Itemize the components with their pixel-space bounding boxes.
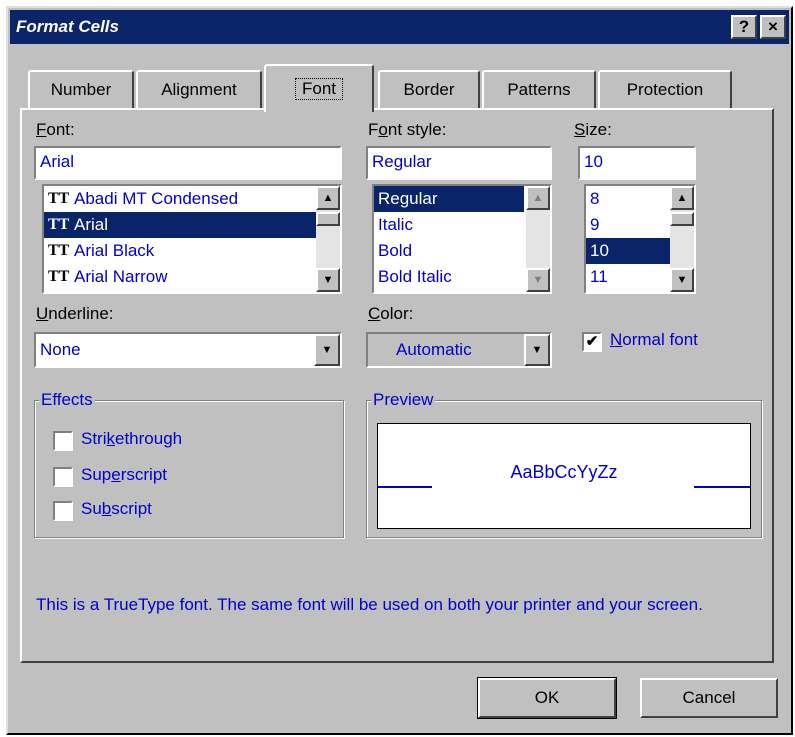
font-list[interactable]: TT Abadi MT Condensed TT Arial TT Arial Bla…	[42, 184, 342, 294]
scroll-down-button[interactable]: ▼	[670, 268, 694, 292]
effects-group: Effects Strikethrough Superscript Subscr…	[34, 390, 344, 538]
tab-border[interactable]: Border	[378, 70, 480, 108]
check-icon: ✔	[585, 333, 599, 350]
list-item[interactable]: Regular	[374, 186, 524, 212]
font-info-text: This is a TrueType font. The same font w…	[36, 595, 703, 614]
scroll-thumb[interactable]	[670, 212, 694, 226]
scroll-up-button[interactable]: ▲	[526, 186, 550, 210]
list-item[interactable]: TT Arial	[44, 212, 340, 238]
effects-title: Effects	[39, 390, 95, 410]
underline-select[interactable]: None ▼	[34, 332, 342, 368]
list-item[interactable]: Bold	[374, 238, 550, 264]
tab-label: Alignment	[161, 80, 237, 99]
chevron-down-icon: ▼	[531, 344, 543, 356]
strikethrough-checkbox[interactable]	[53, 431, 73, 451]
list-item[interactable]: TT Arial Narrow	[44, 264, 340, 290]
scroll-down-button[interactable]: ▼	[316, 268, 340, 292]
arrow-down-icon: ▼	[322, 274, 334, 286]
font-style-label: Font style:	[368, 120, 447, 139]
superscript-label[interactable]: Superscript	[81, 465, 167, 485]
title-bar[interactable]: Format Cells ? ×	[10, 10, 789, 44]
font-list-scrollbar[interactable]: ▲ ▼	[316, 186, 340, 292]
arrow-down-icon: ▼	[676, 274, 688, 286]
tab-label: Protection	[626, 80, 704, 99]
arrow-up-icon: ▲	[532, 192, 544, 204]
close-button[interactable]: ×	[760, 15, 786, 39]
arrow-down-icon: ▼	[532, 274, 544, 286]
size-input[interactable]: 10	[578, 146, 696, 180]
tab-font[interactable]: Font	[264, 64, 374, 112]
color-label: Color:	[368, 304, 414, 323]
normal-font-checkbox[interactable]: ✔	[582, 332, 602, 352]
normal-font-label[interactable]: Normal font	[610, 330, 698, 350]
help-button[interactable]: ?	[731, 15, 757, 39]
color-value: Automatic	[396, 340, 472, 359]
scroll-up-button[interactable]: ▲	[670, 186, 694, 210]
arrow-up-icon: ▲	[322, 192, 334, 204]
scroll-down-button[interactable]: ▼	[526, 268, 550, 292]
font-style-list[interactable]: Regular Italic Bold Bold Italic ▲ ▼	[372, 184, 552, 294]
list-item[interactable]: 10	[586, 238, 670, 264]
dropdown-button[interactable]: ▼	[524, 334, 550, 366]
dropdown-button[interactable]: ▼	[314, 334, 340, 366]
preview-box: AaBbCcYyZz	[377, 423, 751, 529]
preview-baseline-left	[378, 486, 432, 488]
truetype-icon: TT	[48, 216, 70, 233]
scroll-up-button[interactable]: ▲	[316, 186, 340, 210]
chevron-down-icon: ▼	[321, 344, 333, 356]
tab-label: Border	[403, 80, 455, 99]
scroll-thumb[interactable]	[316, 212, 340, 226]
color-select[interactable]: Automatic ▼	[366, 332, 552, 368]
tab-label: Number	[50, 80, 112, 99]
tab-alignment[interactable]: Alignment	[136, 70, 262, 108]
size-list-scrollbar[interactable]: ▲ ▼	[670, 186, 694, 292]
underline-value: None	[40, 340, 81, 359]
font-style-input[interactable]: Regular	[366, 146, 552, 180]
superscript-checkbox[interactable]	[53, 467, 73, 487]
tab-label: Font	[294, 78, 344, 100]
arrow-up-icon: ▲	[676, 192, 688, 204]
window-title: Format Cells	[16, 17, 119, 36]
truetype-icon: TT	[48, 242, 70, 259]
truetype-icon: TT	[48, 190, 70, 207]
size-list[interactable]: 8 9 10 11 ▲ ▼	[584, 184, 696, 294]
ok-button[interactable]: OK	[477, 677, 617, 719]
preview-sample-text: AaBbCcYyZz	[510, 462, 618, 482]
font-name-input[interactable]: Arial	[34, 146, 342, 180]
preview-group: Preview AaBbCcYyZz	[366, 390, 762, 538]
list-item[interactable]: Italic	[374, 212, 550, 238]
font-tab-panel: Font: Arial TT Abadi MT Condensed TT Arial…	[20, 108, 774, 663]
tab-number[interactable]: Number	[28, 70, 134, 108]
truetype-icon: TT	[48, 268, 70, 285]
font-label: Font:	[36, 120, 75, 139]
strikethrough-label[interactable]: Strikethrough	[81, 429, 182, 449]
preview-baseline-right	[694, 486, 750, 488]
preview-title: Preview	[371, 390, 436, 410]
size-label: Size:	[574, 120, 612, 139]
tab-patterns[interactable]: Patterns	[482, 70, 596, 108]
cancel-button[interactable]: Cancel	[640, 678, 778, 718]
subscript-label[interactable]: Subscript	[81, 499, 152, 519]
list-item[interactable]: TT Abadi MT Condensed	[44, 186, 340, 212]
font-style-scrollbar[interactable]: ▲ ▼	[526, 186, 550, 292]
underline-label: Underline:	[36, 304, 114, 323]
tab-protection[interactable]: Protection	[598, 70, 732, 108]
list-item[interactable]: TT Arial Black	[44, 238, 340, 264]
list-item[interactable]: Bold Italic	[374, 264, 550, 290]
tab-label: Patterns	[507, 80, 571, 99]
subscript-checkbox[interactable]	[53, 501, 73, 521]
